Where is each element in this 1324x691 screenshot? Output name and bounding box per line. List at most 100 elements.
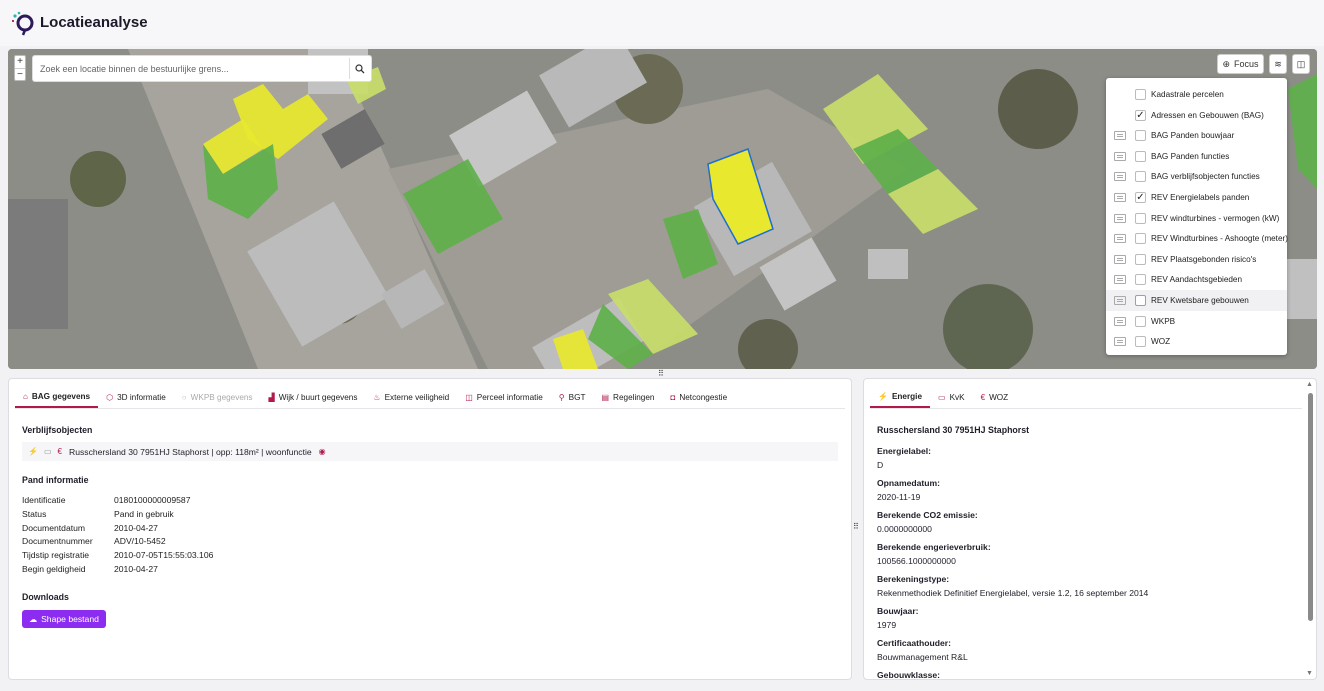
layer-row[interactable]: REV Windturbines - Ashoogte (meter)	[1106, 228, 1288, 249]
scrollbar-thumb[interactable]	[1308, 393, 1313, 621]
layer-row[interactable]: BAG verblijfsobjecten functies	[1106, 166, 1287, 187]
layer-label: REV Kwetsbare gebouwen	[1151, 295, 1249, 305]
legend-icon[interactable]	[1114, 234, 1126, 244]
layer-checkbox[interactable]	[1135, 233, 1146, 245]
layer-row[interactable]: REV windturbines - vermogen (kW)	[1106, 208, 1287, 229]
euro-icon: €	[980, 392, 986, 402]
scroll-up-icon[interactable]: ▲	[1306, 381, 1313, 388]
layer-checkbox[interactable]	[1135, 212, 1146, 224]
layer-label: Kadastrale percelen	[1151, 90, 1224, 99]
tab-bag-gegevens[interactable]: ⌂ BAG gegevens	[15, 386, 99, 408]
layer-checkbox[interactable]	[1135, 274, 1146, 286]
tab-kvk[interactable]: ▭ KvK	[930, 386, 973, 408]
tab-label: Energie	[891, 391, 923, 401]
tab-label: Perceel informatie	[476, 392, 543, 402]
legend-icon[interactable]	[1114, 295, 1126, 305]
layer-label: WOZ	[1151, 337, 1171, 347]
layer-checkbox[interactable]	[1135, 315, 1146, 327]
plug-icon: ◘	[670, 392, 676, 402]
layer-checkbox[interactable]	[1135, 336, 1146, 348]
tab-externe-veiligheid[interactable]: ♨ Externe veiligheid	[365, 386, 457, 408]
focus-button[interactable]: ⊕ Focus	[1217, 54, 1264, 74]
verblijfsobject-text: Russchersland 30 7951HJ Staphorst | opp:…	[68, 446, 312, 457]
legend-icon[interactable]	[1114, 192, 1126, 202]
flame-icon: ♨	[373, 392, 381, 402]
tab-wkpb-gegevens: ○ WKPB gegevens	[174, 386, 261, 408]
scroll-down-icon[interactable]: ▼	[1306, 670, 1313, 677]
tab-label: BAG gegevens	[31, 391, 91, 401]
search-button[interactable]	[349, 58, 370, 79]
layer-label: WKPB	[1151, 316, 1176, 326]
tab-label: Externe veiligheid	[384, 392, 450, 402]
layer-checkbox[interactable]: ✓	[1135, 191, 1146, 203]
verblijfsobjecten-title: Verblijfsobjecten	[22, 425, 93, 435]
layer-checkbox[interactable]	[1135, 150, 1146, 162]
panel-scrollbar[interactable]: ▲ ▼	[1306, 381, 1314, 677]
location-search	[32, 55, 372, 82]
layer-label: REV Aandachtsgebieden	[1151, 275, 1243, 285]
pand-info-row: Begin geldigheid 2010-04-27	[22, 564, 158, 574]
tab-regelingen[interactable]: ▤ Regelingen	[593, 386, 662, 408]
bolt-icon: ⚡	[28, 447, 38, 456]
shape-download-button[interactable]: ☁ Shape bestand	[22, 610, 106, 628]
zoom-out-button[interactable]: −	[15, 68, 25, 80]
layer-checkbox[interactable]: ✓	[1135, 109, 1146, 121]
tab-wijk-buurt-gegevens[interactable]: ▟ Wijk / buurt gegevens	[261, 386, 366, 408]
legend-icon[interactable]	[1114, 151, 1126, 161]
map-view[interactable]: + − ⊕ Focus ≋ ◫ Kadastrale percelen ✓ Adre…	[8, 49, 1317, 369]
layer-label: BAG Panden functies	[1151, 151, 1230, 161]
location-search-input[interactable]	[33, 63, 349, 74]
tab-woz[interactable]: € WOZ	[973, 386, 1017, 408]
vertical-resize-handle[interactable]: ⠿	[853, 523, 859, 531]
euro-icon: €	[57, 447, 62, 456]
legend-icon[interactable]	[1114, 316, 1126, 326]
map-view-button[interactable]: ◫	[1292, 54, 1310, 74]
shape-download-label: Shape bestand	[41, 614, 99, 624]
layer-row[interactable]: BAG Panden functies	[1106, 146, 1287, 167]
layer-row[interactable]: ✓ REV Energielabels panden	[1106, 187, 1287, 208]
home-icon: ⌂	[23, 391, 28, 401]
storefront-icon: ▭	[43, 447, 52, 456]
horizontal-resize-handle[interactable]: ⠿	[658, 369, 664, 378]
layer-row[interactable]: Kadastrale percelen	[1106, 84, 1287, 105]
layer-row[interactable]: BAG Panden bouwjaar	[1106, 125, 1287, 146]
layer-label: REV Energielabels panden	[1151, 192, 1250, 202]
tab-energie[interactable]: ⚡ Energie	[870, 386, 931, 408]
layer-row[interactable]: REV Kwetsbare gebouwen	[1106, 289, 1287, 311]
energy-field: Berekende CO2 emissie: 0.0000000000	[877, 510, 978, 534]
cloud-download-icon: ☁	[29, 614, 38, 624]
pand-info-row: Documentnummer ADV/10-5452	[22, 536, 166, 546]
layer-checkbox[interactable]	[1135, 253, 1146, 265]
layers-button[interactable]: ≋	[1269, 54, 1287, 74]
eye-icon[interactable]: ◉	[319, 447, 326, 456]
tab-3d-informatie[interactable]: ⬡ 3D informatie	[98, 386, 174, 408]
tab-bgt[interactable]: ⚲ BGT	[551, 386, 594, 408]
energy-field: Bouwjaar: 1979	[877, 606, 919, 630]
legend-icon[interactable]	[1114, 254, 1126, 264]
layer-row[interactable]: WKPB	[1106, 311, 1287, 332]
layer-checkbox[interactable]	[1135, 130, 1146, 142]
zoom-in-button[interactable]: +	[15, 56, 25, 68]
crosshair-icon: ⊕	[1222, 58, 1231, 69]
legend-icon[interactable]	[1114, 275, 1126, 285]
layer-row[interactable]: REV Plaatsgebonden risico's	[1106, 249, 1287, 270]
layer-row[interactable]: ✓ Adressen en Gebouwen (BAG)	[1106, 105, 1287, 126]
tab-perceel-informatie[interactable]: ◫ Perceel informatie	[457, 386, 551, 408]
layer-checkbox[interactable]	[1135, 294, 1146, 306]
legend-icon[interactable]	[1114, 172, 1126, 182]
zoom-control: + −	[14, 55, 26, 81]
legend-icon[interactable]	[1114, 131, 1126, 141]
link-icon: ⚲	[558, 392, 565, 402]
legend-icon[interactable]	[1114, 337, 1126, 347]
layer-checkbox[interactable]	[1135, 89, 1146, 100]
legend-icon[interactable]	[1114, 213, 1126, 223]
tab-netcongestie[interactable]: ◘ Netcongestie	[662, 386, 735, 408]
address-title: Russchersland 30 7951HJ Staphorst	[877, 425, 1030, 435]
layer-checkbox[interactable]	[1135, 171, 1146, 183]
tab-label: 3D informatie	[117, 392, 166, 402]
layer-row[interactable]: REV Aandachtsgebieden	[1106, 269, 1287, 290]
tab-label: Regelingen	[613, 392, 655, 402]
verblijfsobject-row[interactable]: ⚡ ▭ € Russchersland 30 7951HJ Staphorst …	[22, 442, 838, 461]
layer-row[interactable]: WOZ	[1106, 331, 1287, 352]
layer-label: REV Windturbines - Ashoogte (meter)	[1151, 234, 1288, 244]
